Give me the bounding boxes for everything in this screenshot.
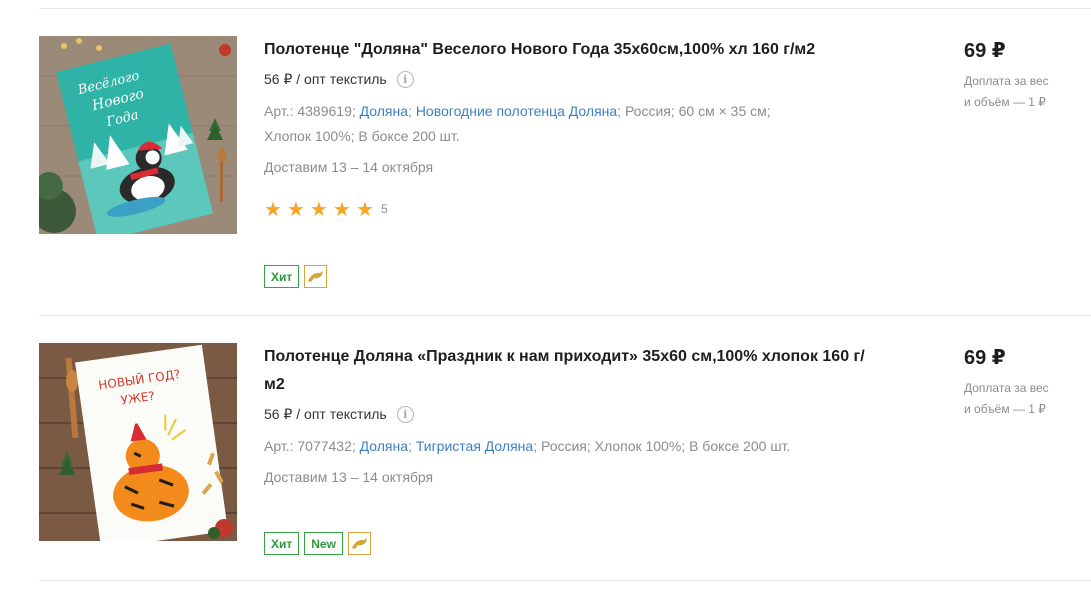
dolphin-badge-icon	[304, 265, 328, 288]
wholesale-price: 56 ₽ / опт текстиль i	[264, 69, 874, 89]
collection-link[interactable]: Тигристая Доляна	[416, 438, 533, 454]
product-title[interactable]: Полотенце "Доляна" Веселого Нового Года …	[264, 36, 874, 64]
attr-separator: ;	[408, 103, 416, 119]
surcharge-line-2: и объём — 1 ₽	[964, 95, 1046, 109]
bottom-divider	[39, 580, 1091, 581]
hit-badge: Хит	[264, 532, 300, 555]
rating-count: 5	[381, 202, 388, 216]
surcharge-line-2: и объём — 1 ₽	[964, 402, 1046, 416]
attributes-rest: ; Россия; 60 см × 35 см;	[617, 103, 771, 119]
product-title[interactable]: Полотенце Доляна «Праздник к нам приходи…	[264, 343, 874, 399]
product-price: 69 ₽	[964, 347, 1006, 369]
brand-link[interactable]: Доляна	[360, 438, 408, 454]
article-number: Арт.: 7077432;	[264, 438, 356, 454]
hit-badge: Хит	[264, 265, 300, 288]
product-image[interactable]: НОВЫЙ ГОД? УЖЕ?	[39, 343, 237, 541]
star-icon: ★	[310, 197, 328, 221]
product-badges: Хит New	[264, 532, 371, 555]
collection-link[interactable]: Новогодние полотенца Доляна	[416, 103, 617, 119]
rating[interactable]: ★ ★ ★ ★ ★ 5	[264, 199, 874, 219]
top-divider	[39, 8, 1091, 9]
star-icon: ★	[264, 197, 282, 221]
weight-surcharge-note: Доплата за вес и объём — 1 ₽	[964, 378, 1074, 420]
attributes-line: Арт.: 7077432; Доляна; Тигристая Доляна;…	[264, 434, 874, 459]
brand-link[interactable]: Доляна	[360, 103, 408, 119]
product-badges: Хит	[264, 265, 328, 288]
attributes-rest: ; Россия; Хлопок 100%; В боксе 200 шт.	[533, 438, 791, 454]
new-badge: New	[304, 532, 343, 555]
delivery-date: Доставим 13 – 14 октября	[264, 469, 434, 485]
product-price: 69 ₽	[964, 40, 1006, 62]
product-attributes: Арт.: 4389619; Доляна; Новогодние полоте…	[264, 99, 874, 149]
article-number: Арт.: 4389619;	[264, 103, 356, 119]
product-info: Полотенце "Доляна" Веселого Нового Года …	[264, 36, 874, 219]
price-block: 69 ₽ Доплата за вес и объём — 1 ₽	[964, 344, 1074, 420]
surcharge-line-1: Доплата за вес	[964, 74, 1049, 88]
attributes-line: Арт.: 4389619; Доляна; Новогодние полоте…	[264, 99, 874, 124]
star-icon: ★	[333, 197, 351, 221]
wholesale-price-text: 56 ₽ / опт текстиль	[264, 405, 387, 422]
attr-separator: ;	[408, 438, 416, 454]
wholesale-price-text: 56 ₽ / опт текстиль	[264, 70, 387, 87]
star-icon: ★	[356, 197, 374, 221]
wholesale-price: 56 ₽ / опт текстиль i	[264, 404, 874, 424]
product-image[interactable]: Весёлого Нового Года	[39, 36, 237, 234]
star-icon: ★	[287, 197, 305, 221]
product-attributes: Арт.: 7077432; Доляна; Тигристая Доляна;…	[264, 434, 874, 459]
dolphin-badge-icon	[347, 532, 371, 555]
info-icon[interactable]: i	[396, 405, 414, 423]
surcharge-line-1: Доплата за вес	[964, 381, 1049, 395]
weight-surcharge-note: Доплата за вес и объём — 1 ₽	[964, 71, 1074, 113]
product-info: Полотенце Доляна «Праздник к нам приходи…	[264, 343, 874, 487]
product-divider	[39, 315, 1091, 316]
attributes-line-2: Хлопок 100%; В боксе 200 шт.	[264, 128, 460, 144]
info-icon[interactable]: i	[396, 70, 414, 88]
delivery-date: Доставим 13 – 14 октября	[264, 159, 434, 175]
price-block: 69 ₽ Доплата за вес и объём — 1 ₽	[964, 37, 1074, 113]
